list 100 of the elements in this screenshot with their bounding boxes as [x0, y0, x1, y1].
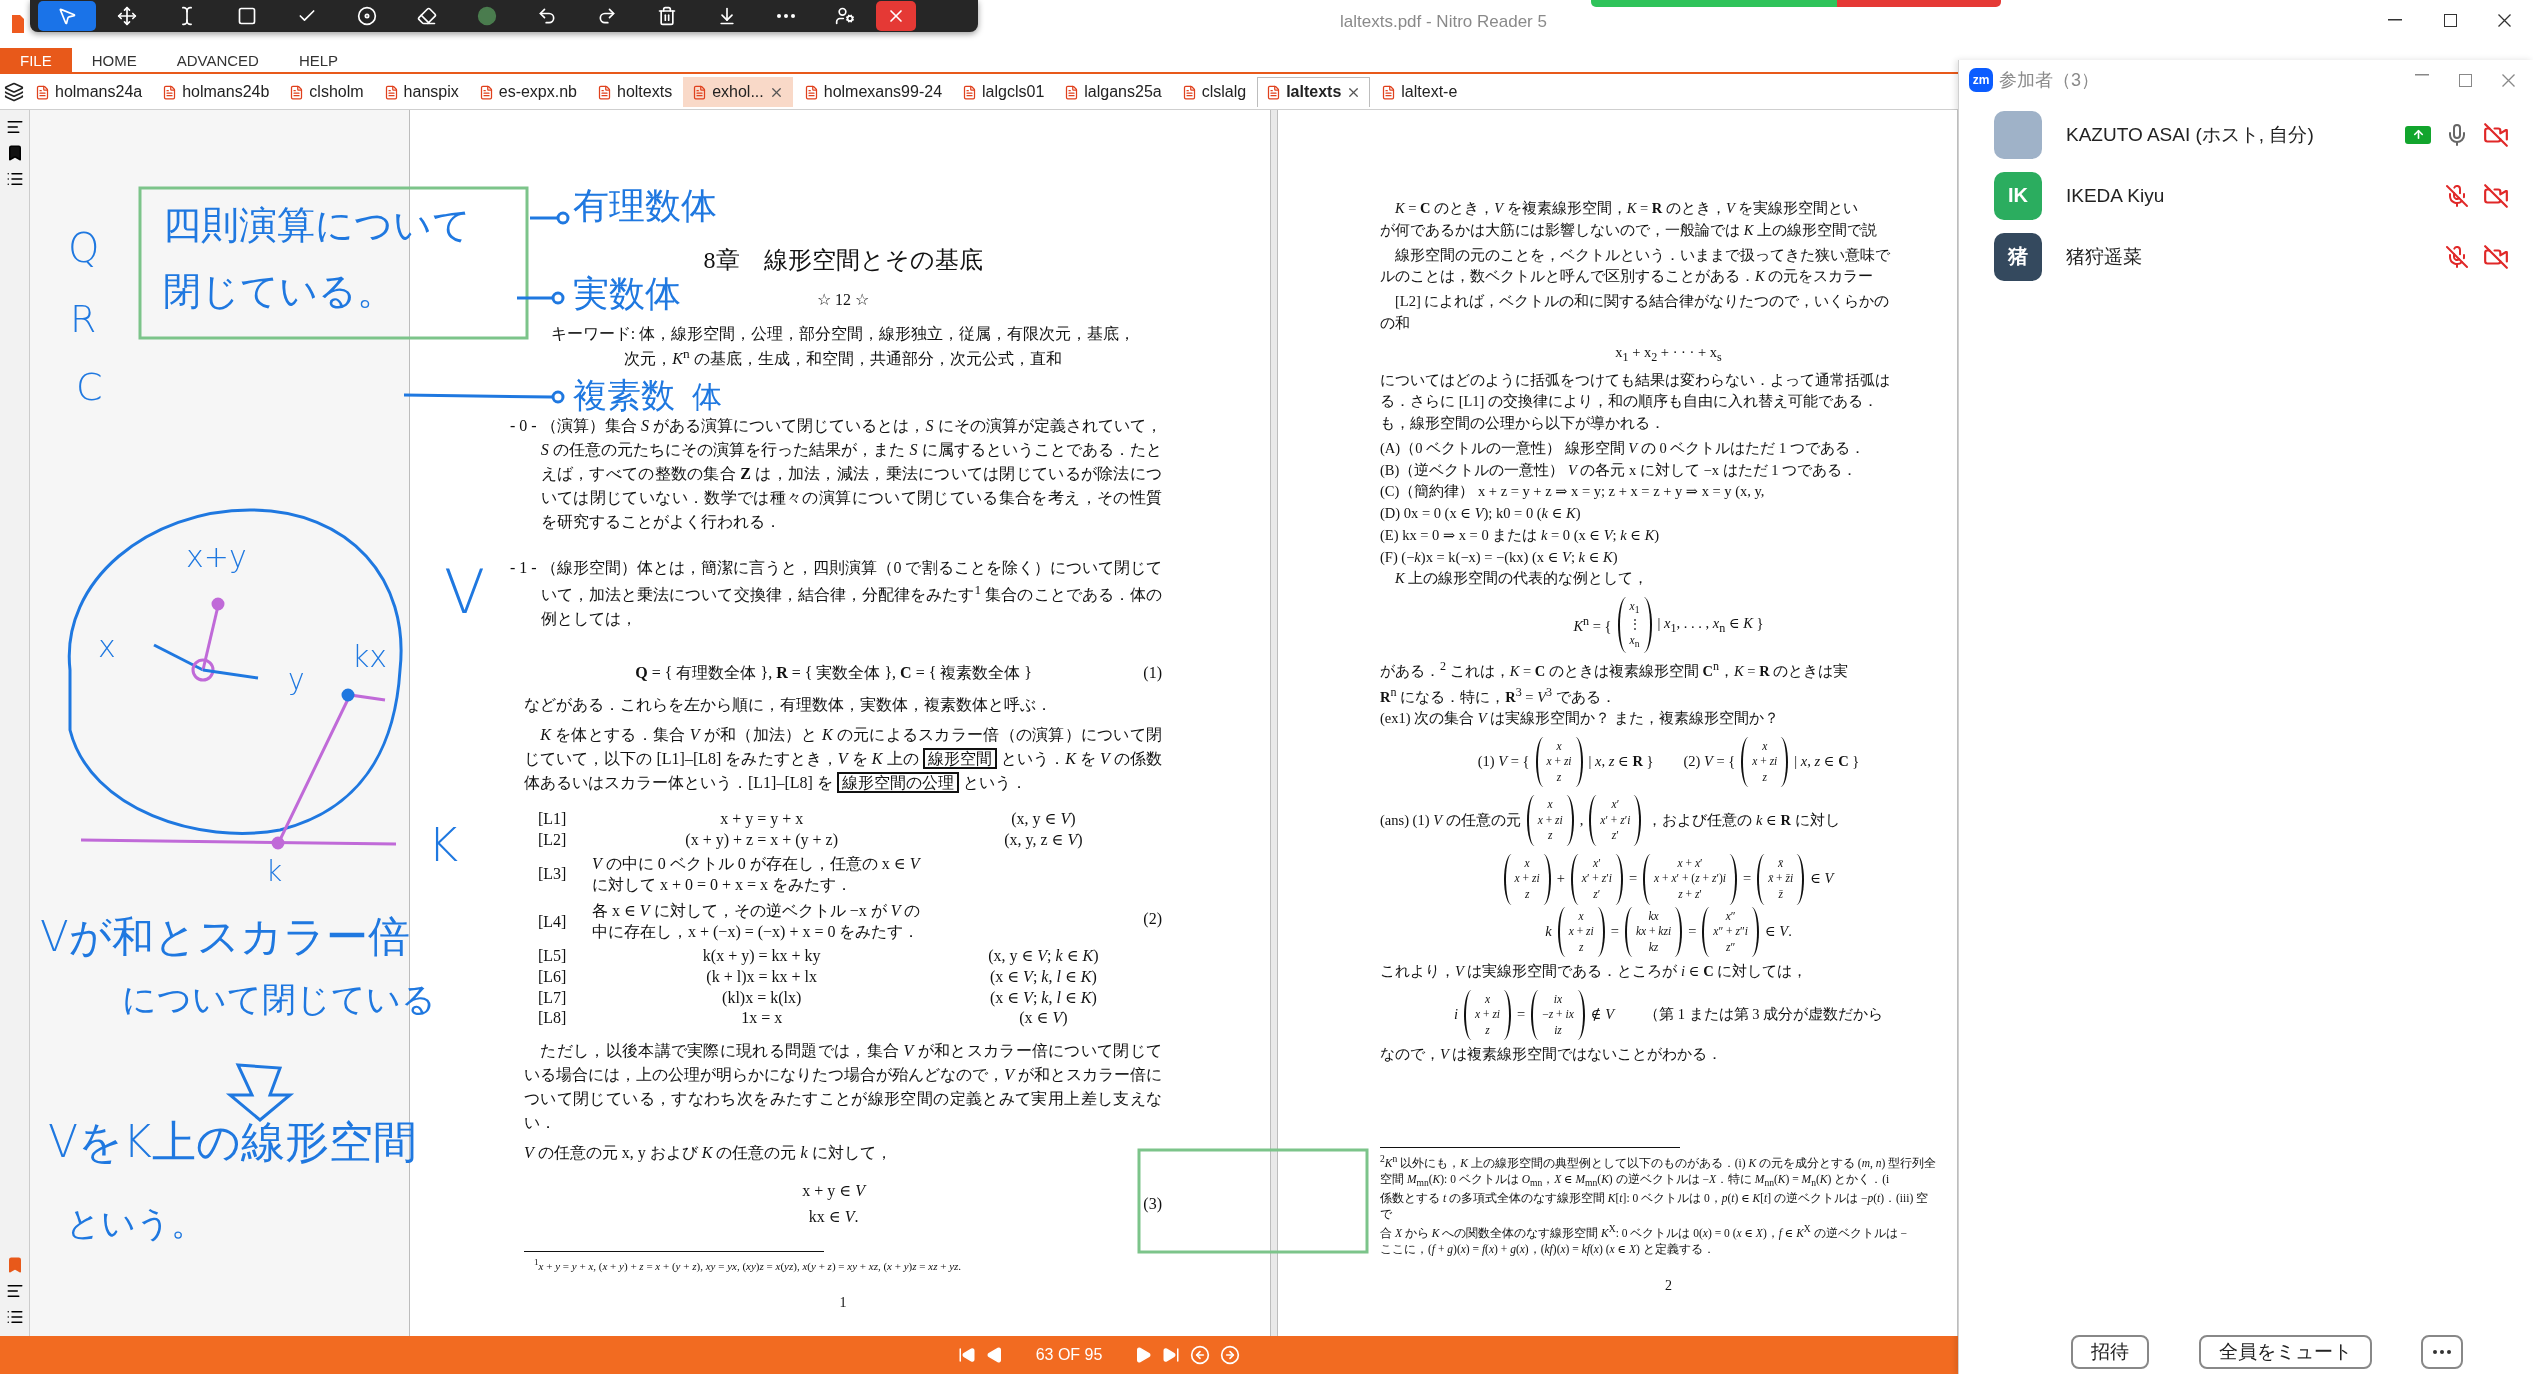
- menu-item[interactable]: HELP: [278, 48, 359, 72]
- participant-name: 猪狩遥菜: [2066, 244, 2142, 269]
- vector-entry: x: [1547, 797, 1553, 813]
- vector-entry: z: [1524, 887, 1530, 902]
- vector-entry: x + x′ + (z + z′)i: [1654, 871, 1726, 887]
- panel-button[interactable]: 全員をミュート: [2198, 1335, 2372, 1369]
- vector-entry: z′: [1611, 828, 1619, 844]
- handwritten-note: kx: [352, 642, 388, 672]
- math-text: (ans) (1) V の任意の元: [1380, 810, 1521, 830]
- menu-item[interactable]: HOME: [71, 48, 157, 72]
- axiom-label: [L4]: [537, 911, 568, 932]
- document-tab[interactable]: laltext-e: [1372, 76, 1467, 107]
- vector-entry: ⋮: [1628, 617, 1641, 633]
- vector-entry: iz: [1554, 1022, 1562, 1038]
- page-counter: 63 OF 95: [1035, 1346, 1103, 1364]
- participant-row[interactable]: KAZUTO ASAI (ホスト, 自分): [1959, 104, 2533, 165]
- handwritten-note: という。: [66, 1206, 205, 1240]
- math-text: | x, z ∈ C }: [1794, 752, 1860, 772]
- menu-item[interactable]: FILE: [0, 48, 72, 72]
- vector-entry: x: [1484, 991, 1491, 1007]
- vector-entry: x + zi: [1514, 871, 1540, 887]
- text-line: (B)（逆ベクトルの一意性） V の各元 x に対して −x はただ 1 つである．: [1380, 460, 1859, 480]
- participant-name: IKEDA Kiyu: [2066, 184, 2165, 207]
- text-line: が何であるかは大筋には影響しないので，一般論では K 上の線形空間で説: [1380, 220, 1878, 240]
- handwritten-note: x+y: [186, 542, 247, 572]
- math-text: x + y ∈ V: [802, 1181, 865, 1202]
- math-text: k: [1545, 921, 1552, 941]
- math-text: i: [1454, 1005, 1458, 1025]
- vector-entry: x + zi: [1475, 1007, 1501, 1023]
- document-tab[interactable]: holtexts: [588, 76, 682, 107]
- vector-entry: x + zi: [1537, 812, 1563, 828]
- document-tab[interactable]: clslalg: [1172, 76, 1256, 107]
- handwritten-note: 複素数: [573, 378, 675, 412]
- equation-number: (2): [1143, 909, 1162, 930]
- participant-row[interactable]: IK IKEDA Kiyu: [1959, 165, 2533, 226]
- handwritten-note: VをK上の線形空間: [48, 1120, 417, 1164]
- window-title: laltexts.pdf - Nitro Reader 5: [1340, 12, 1547, 32]
- axiom-formula: (x + y) + z = x + (y + z): [684, 830, 839, 851]
- vector-entry: z + z′: [1678, 887, 1702, 902]
- equation-number: (1): [1143, 663, 1162, 684]
- footnote-line: 合 X から K への関数全体のなす線形空間 K$^{X}$: 0 ベクトルは 0(x) = 0 (x ∈ X)，f ∈ K$^{X}$ の逆ベクトルは −: [1380, 1222, 1909, 1241]
- math-text: =: [1517, 1005, 1526, 1025]
- section-number: - 0 -: [510, 415, 537, 436]
- document-tab[interactable]: lalgcls01: [953, 76, 1054, 107]
- text-line: (C)（簡約律） x + z = y + z ⇒ x = y; z + x = z + y ⇒ x = y (x, y,: [1380, 482, 1766, 502]
- handwritten-note: x: [98, 632, 116, 662]
- document-tab[interactable]: holmexans99-24: [794, 76, 952, 107]
- math-text: ∈ V.: [1764, 921, 1792, 941]
- handwritten-note: Q: [68, 228, 100, 268]
- vector-entry: z: [1556, 769, 1562, 785]
- vector-entry: x: [1524, 855, 1530, 871]
- math-text: ,: [1579, 810, 1584, 830]
- text-line: (E) kx = 0 ⇒ x = 0 または k = 0 (x ∈ V; k ∈ K): [1380, 525, 1661, 545]
- math-text: K$^{n}$ = {: [1573, 613, 1612, 636]
- document-tab[interactable]: holmans24a: [26, 76, 152, 107]
- vector-entry: ix: [1553, 991, 1563, 1007]
- vector-entry: x″: [1725, 908, 1736, 924]
- axiom-label: [L3]: [537, 864, 568, 885]
- vector-entry: x′ + z′i: [1581, 871, 1612, 887]
- text-line: (A)（0 ベクトルの一意性） 線形空間 V の 0 ベクトルはただ 1 つである．: [1380, 438, 1866, 458]
- page-number: 2: [1664, 1277, 1673, 1295]
- math-text: | x, z ∈ R } (2) V = {: [1588, 752, 1736, 772]
- document-tab[interactable]: hanspix: [374, 76, 468, 107]
- level-text: ☆ 12 ☆: [817, 290, 869, 310]
- handwritten-note: 四則演算について: [163, 206, 471, 244]
- paragraph: K を体とする．集合 V が和（加法）と K の元によるスカラー倍（の演算）について閉じていて，以下の [L1]–[L8] をみたすとき，V を K 上の 線形空間 という．K を V の係数体あるいはスカラー体という．[L1]–[L8] を 線形空間の公理 という．: [524, 725, 1162, 796]
- vector-entry: z: [1578, 939, 1584, 955]
- avatar-initials: IK: [1994, 171, 2042, 220]
- paragraph: （線形空間）体とは，簡潔に言うと，四則演算（0 で割ることを除く）について閉じていて，加法と乗法について交換律，結合律，分配律をみたす$^{1}$ 集合のことである．体の例としては，: [540, 557, 1162, 630]
- footnote: $^{1}$x + y = y + x, (x + y) + z = x + (y + z), xy = yx, (xy)z = x(yz), x(y + z) = xy + xz, (x + y)z = xz + yz.: [533, 1256, 963, 1274]
- vector-entry: z: [1547, 828, 1553, 844]
- math-text: kx ∈ V.: [808, 1207, 859, 1228]
- axiom-label: [L5]: [537, 946, 568, 967]
- text-line: これより，V は実線形空間である．ところが i ∈ C に対しては，: [1380, 962, 1809, 982]
- document-tab[interactable]: lalgans25a: [1055, 76, 1171, 107]
- document-tab[interactable]: es-expx.nb: [469, 76, 586, 107]
- math-text: Q = { 有理数全体 }, R = { 実数全体 }, C = { 複素数全体 }: [635, 663, 1033, 684]
- handwritten-note: 有理数体: [573, 188, 717, 224]
- math-text: =: [1688, 921, 1697, 941]
- math-text: x$_{1}$ + x$_{2}$ + · · · + x$_{s}$: [1615, 342, 1722, 366]
- panel-button[interactable]: 招待: [2071, 1335, 2149, 1369]
- document-tab[interactable]: laltexts: [1257, 76, 1371, 107]
- vector-entry: kx + kzi: [1635, 924, 1672, 939]
- participant-row[interactable]: 猪 猪狩遥菜: [1959, 226, 2533, 287]
- document-tab[interactable]: exhol...: [683, 76, 793, 107]
- text-line: (F) (−k)x = k(−x) = −(kx) (x ∈ V; k ∈ K): [1380, 547, 1619, 567]
- axiom-formula: k(x + y) = kx + ky: [701, 946, 822, 967]
- text-line: K 上の線形空間の代表的な例として，: [1394, 569, 1650, 589]
- vector-entry: x″ + z″i: [1713, 924, 1748, 939]
- menu-item[interactable]: ADVANCED: [156, 48, 279, 72]
- axiom-condition: (x, y ∈ V; k ∈ K): [987, 946, 1100, 967]
- text-line: K = C のとき，V を複素線形空間，K = R のとき，V を実線形空間とい: [1394, 199, 1860, 218]
- document-tab[interactable]: clsholm: [280, 76, 373, 107]
- document-tab[interactable]: holmans24b: [153, 76, 279, 107]
- text-line: [L2] によれば，ベクトルの和に関する結合律がなりたつので，いくらかの: [1394, 292, 1891, 311]
- vector-entry: x̄ + z̄i: [1768, 871, 1794, 887]
- axiom-label: [L2]: [537, 830, 568, 851]
- text-line: がある．$^{2}$ これは，K = C のときは複素線形空間 C$^{n}$，K = R のときは実: [1380, 657, 1850, 681]
- vector-entry: x$_{1}$: [1629, 599, 1640, 618]
- equation-number: (3): [1143, 1194, 1162, 1215]
